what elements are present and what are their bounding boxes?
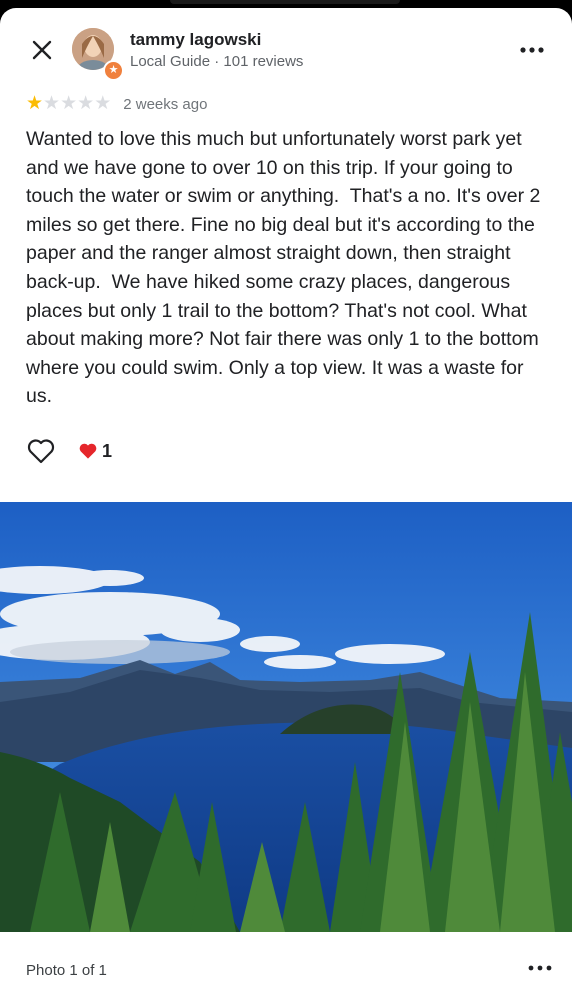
heart-filled-icon bbox=[79, 443, 97, 459]
reviewer-name[interactable]: tammy lagowski bbox=[130, 30, 261, 50]
review-header: ★ tammy lagowski Local Guide · 101 revie… bbox=[0, 8, 572, 88]
star-icon: ★ bbox=[43, 93, 61, 114]
review-photo[interactable] bbox=[0, 502, 572, 932]
more-icon bbox=[520, 47, 544, 53]
review-actions: 1 bbox=[26, 436, 112, 466]
star-rating: ★★★★★ bbox=[26, 94, 111, 114]
reaction-count: 1 bbox=[102, 440, 113, 461]
close-icon bbox=[32, 40, 52, 60]
photo-counter: Photo 1 of 1 bbox=[26, 962, 107, 979]
star-icon: ★ bbox=[77, 93, 95, 114]
local-guide-badge-icon: ★ bbox=[103, 60, 124, 81]
photo-footer: Photo 1 of 1 bbox=[0, 932, 572, 1000]
review-time: 2 weeks ago bbox=[123, 95, 208, 113]
reaction-summary[interactable]: 1 bbox=[78, 441, 112, 462]
heart-outline-icon bbox=[27, 439, 55, 464]
reviewer-meta: Local Guide · 101 reviews bbox=[130, 53, 304, 70]
close-button[interactable] bbox=[26, 34, 58, 66]
more-options-button[interactable] bbox=[518, 38, 546, 62]
review-sheet: ★ tammy lagowski Local Guide · 101 revie… bbox=[0, 8, 572, 1000]
more-icon bbox=[528, 965, 552, 971]
star-icon: ★ bbox=[94, 93, 112, 114]
review-text: Wanted to love this much but unfortunate… bbox=[26, 128, 546, 408]
star-icon: ★ bbox=[60, 93, 78, 114]
like-button[interactable] bbox=[26, 436, 56, 466]
photo-more-button[interactable] bbox=[526, 956, 554, 980]
rating-row: ★★★★★ 2 weeks ago bbox=[26, 94, 207, 114]
top-notch bbox=[170, 0, 400, 4]
star-icon: ★ bbox=[26, 93, 44, 114]
